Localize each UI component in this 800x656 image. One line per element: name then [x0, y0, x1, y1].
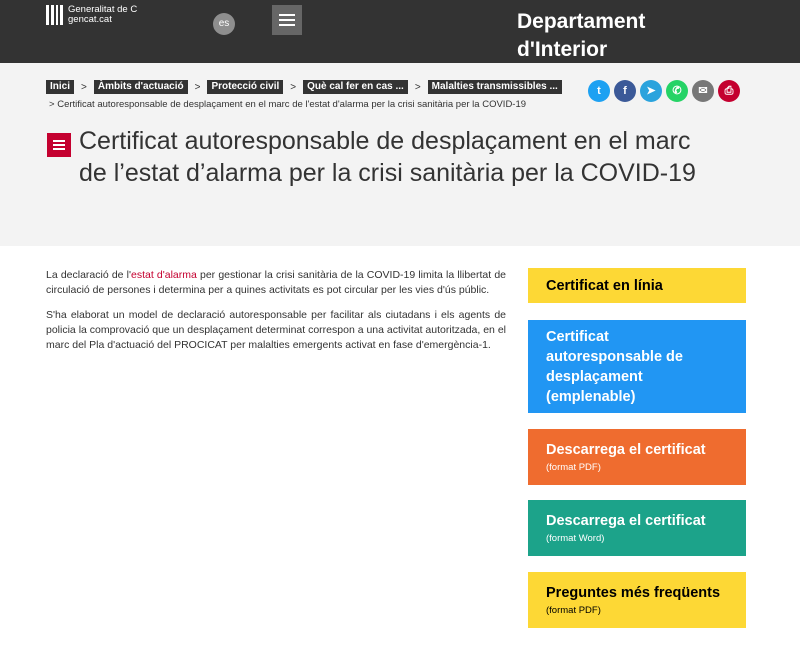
breadcrumb-separator: > — [81, 81, 87, 93]
breadcrumb-current: Certificat autoresponsable de desplaçame… — [57, 99, 527, 110]
descarrega-word-button[interactable]: Descarrega el certificat (format Word) — [528, 500, 746, 556]
hamburger-icon — [279, 14, 295, 16]
model-paragraph: S'ha elaborat un model de declaració aut… — [46, 309, 506, 351]
gencat-logo[interactable]: Generalitat de C gencat.cat — [46, 5, 137, 25]
cta-subtitle: (format PDF) — [546, 462, 601, 473]
department-name[interactable]: Departament d'Interior — [517, 8, 717, 64]
page-title: Certificat autoresponsable de desplaçame… — [79, 127, 696, 187]
cta-title: Descarrega el certificat — [546, 513, 706, 529]
cta-title: Certificat autoresponsable de desplaçame… — [546, 328, 683, 405]
email-icon[interactable]: ✉ — [692, 80, 714, 102]
descarrega-pdf-button[interactable]: Descarrega el certificat (format PDF) — [528, 429, 746, 485]
menu-button[interactable] — [272, 5, 302, 35]
breadcrumb-item-malalties[interactable]: Malalties transmissibles ... — [427, 80, 562, 94]
generalitat-logo-icon — [46, 5, 63, 25]
facebook-icon[interactable]: f — [614, 80, 636, 102]
main-content: La declaració de l'estat d'alarma per ge… — [46, 268, 506, 363]
page-header: Inici > Àmbits d'actuació > Protecció ci… — [0, 63, 800, 246]
top-bar: Generalitat de C gencat.cat es Departame… — [0, 0, 800, 63]
intro-paragraph: La declaració de l'estat d'alarma per ge… — [46, 269, 506, 296]
breadcrumb-item-ambits[interactable]: Àmbits d'actuació — [93, 80, 188, 94]
telegram-icon[interactable]: ➤ — [640, 80, 662, 102]
share-buttons: t f ➤ ✆ ✉ ⎙ — [588, 80, 740, 102]
language-button[interactable]: es — [213, 13, 235, 35]
twitter-icon[interactable]: t — [588, 80, 610, 102]
cta-title: Descarrega el certificat — [546, 442, 706, 458]
certificat-emplenable-button[interactable]: Certificat autoresponsable de desplaçame… — [528, 320, 746, 413]
cta-title: Preguntes més freqüents — [546, 585, 721, 601]
breadcrumb-separator: > — [290, 81, 297, 93]
cta-subtitle: (format PDF) — [546, 605, 601, 616]
whatsapp-icon[interactable]: ✆ — [666, 80, 688, 102]
breadcrumb-item-que-cal-fer[interactable]: Què cal fer en cas ... — [303, 80, 408, 94]
breadcrumb: Inici > Àmbits d'actuació > Protecció ci… — [46, 80, 562, 110]
breadcrumb-separator: > — [414, 81, 421, 93]
breadcrumb-separator: > — [194, 81, 201, 93]
logo-line2: gencat.cat — [68, 14, 112, 25]
print-icon[interactable]: ⎙ — [718, 80, 740, 102]
cta-subtitle: (format Word) — [546, 533, 605, 544]
certificat-en-linia-button[interactable]: Certificat en línia — [528, 268, 746, 303]
estat-alarma-link[interactable]: estat d'alarma — [131, 269, 197, 281]
breadcrumb-item-inici[interactable]: Inici — [46, 80, 75, 94]
breadcrumb-item-proteccio-civil[interactable]: Protecció civil — [207, 80, 284, 94]
list-icon — [47, 133, 71, 157]
breadcrumb-separator: > — [49, 99, 55, 110]
cta-title: Certificat en línia — [546, 277, 663, 294]
preguntes-frequents-button[interactable]: Preguntes més freqüents (format PDF) — [528, 572, 746, 628]
